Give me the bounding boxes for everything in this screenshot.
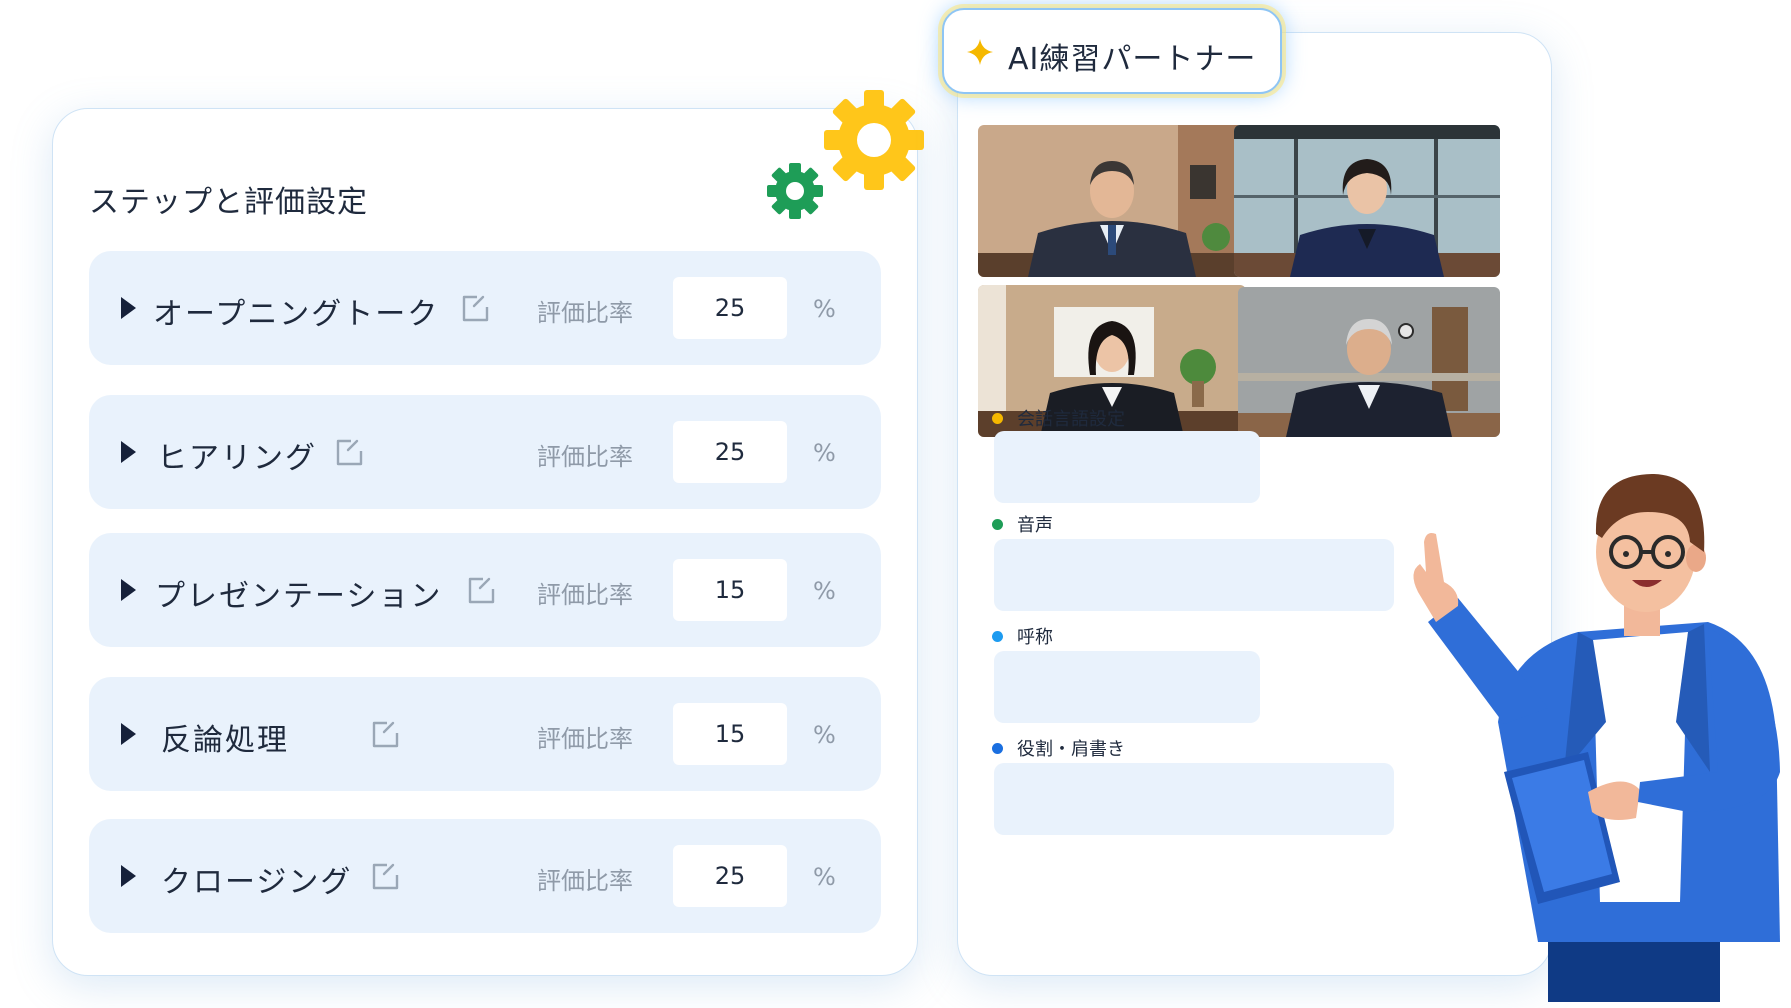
edit-icon[interactable]	[335, 437, 365, 467]
evaluation-ratio-input[interactable]	[673, 703, 787, 765]
step-name: ヒアリング	[157, 441, 317, 476]
yellow-dot-icon	[992, 412, 1003, 424]
gear-icon-green	[767, 163, 823, 219]
percent-unit: %	[813, 577, 836, 605]
expand-triangle-icon[interactable]	[121, 441, 136, 463]
step-row-closing[interactable]: クロージング 評価比率 %	[89, 819, 881, 933]
field-label-role-title: 役割・肩書き	[992, 735, 1125, 761]
expand-triangle-icon[interactable]	[121, 579, 136, 601]
blue-dot-icon	[992, 630, 1003, 642]
step-row-hearing[interactable]: ヒアリング 評価比率 %	[89, 395, 881, 509]
evaluation-ratio-input[interactable]	[673, 421, 787, 483]
avatar-image	[1234, 125, 1500, 277]
evaluation-ratio-label: 評価比率	[537, 299, 633, 327]
step-row-presentation[interactable]: プレゼンテーション 評価比率 %	[89, 533, 881, 647]
evaluation-ratio-input[interactable]	[673, 277, 787, 339]
avatar-tile-woman-office[interactable]	[1234, 125, 1500, 277]
step-name: プレゼンテーション	[155, 579, 443, 614]
conversation-language-field[interactable]	[994, 431, 1260, 503]
pointing-man-illustration	[1413, 474, 1780, 1002]
role-title-field[interactable]	[994, 763, 1394, 835]
step-row-opening-talk[interactable]: オープニングトーク 評価比率 %	[89, 251, 881, 365]
honorific-field[interactable]	[994, 651, 1260, 723]
avatar-image	[1238, 287, 1500, 437]
steps-settings-title: ステップと評価設定	[89, 185, 368, 220]
expand-triangle-icon[interactable]	[121, 865, 136, 887]
evaluation-ratio-label: 評価比率	[537, 443, 633, 471]
green-dot-icon	[992, 518, 1003, 530]
step-row-objection-handling[interactable]: 反論処理 評価比率 %	[89, 677, 881, 791]
evaluation-ratio-label: 評価比率	[537, 725, 633, 753]
avatar-tile-older-man[interactable]	[978, 125, 1246, 277]
evaluation-ratio-input[interactable]	[673, 845, 787, 907]
avatar-tile-grey-hair-man[interactable]	[1238, 287, 1500, 437]
edit-icon[interactable]	[371, 861, 401, 891]
ai-partner-badge: AI練習パートナー	[942, 8, 1282, 94]
evaluation-ratio-label: 評価比率	[537, 581, 633, 609]
expand-triangle-icon[interactable]	[121, 723, 136, 745]
voice-field[interactable]	[994, 539, 1394, 611]
field-label-voice: 音声	[992, 511, 1053, 537]
percent-unit: %	[813, 863, 836, 891]
evaluation-ratio-label: 評価比率	[537, 867, 633, 895]
field-label-honorific: 呼称	[992, 623, 1053, 649]
avatar-image	[978, 125, 1246, 277]
percent-unit: %	[813, 439, 836, 467]
gear-icon-yellow	[824, 90, 924, 190]
edit-icon[interactable]	[371, 719, 401, 749]
edit-icon[interactable]	[461, 293, 491, 323]
percent-unit: %	[813, 721, 836, 749]
percent-unit: %	[813, 295, 836, 323]
ai-partner-title: AI練習パートナー	[1008, 42, 1257, 77]
step-name: オープニングトーク	[153, 297, 440, 332]
edit-icon[interactable]	[467, 575, 497, 605]
sparkle-icon	[967, 39, 993, 65]
step-name: クロージング	[161, 865, 353, 900]
steps-settings-card: ステップと評価設定 オープニングトーク 評価比率 % ヒアリング 評価比率 % …	[52, 108, 918, 976]
expand-triangle-icon[interactable]	[121, 297, 136, 319]
dark-blue-dot-icon	[992, 742, 1003, 754]
field-label-conversation-language: 会話言語設定	[992, 405, 1125, 431]
step-name: 反論処理	[161, 723, 289, 758]
evaluation-ratio-input[interactable]	[673, 559, 787, 621]
